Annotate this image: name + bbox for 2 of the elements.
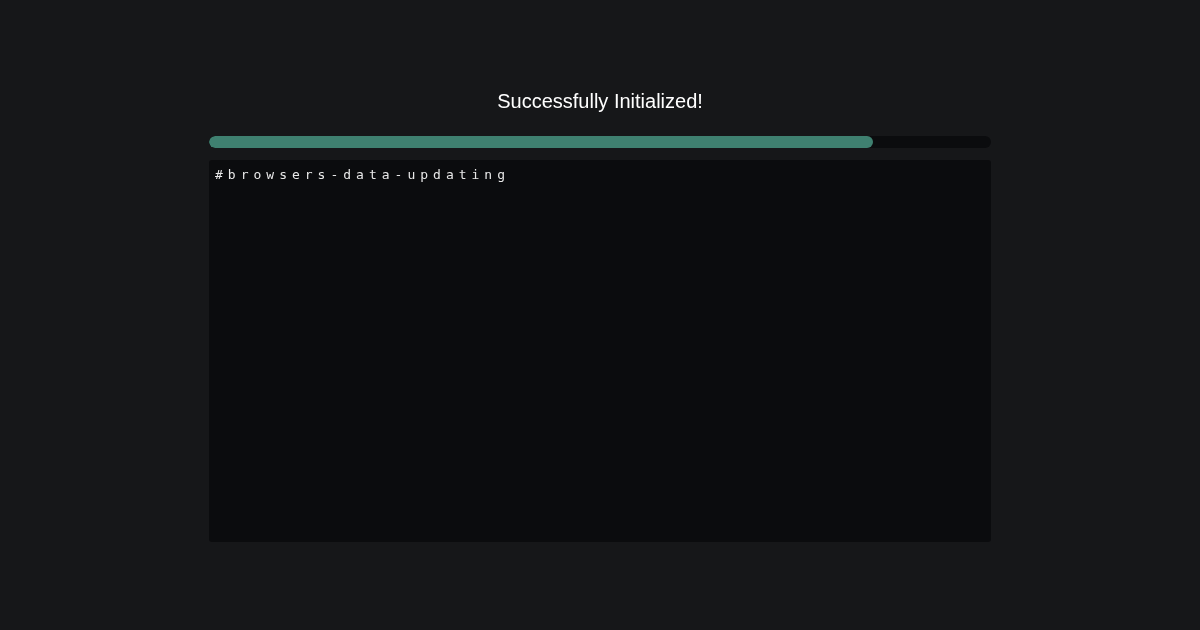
status-title: Successfully Initialized! [497, 89, 703, 114]
log-line: #browsers-data-updating [215, 166, 510, 184]
